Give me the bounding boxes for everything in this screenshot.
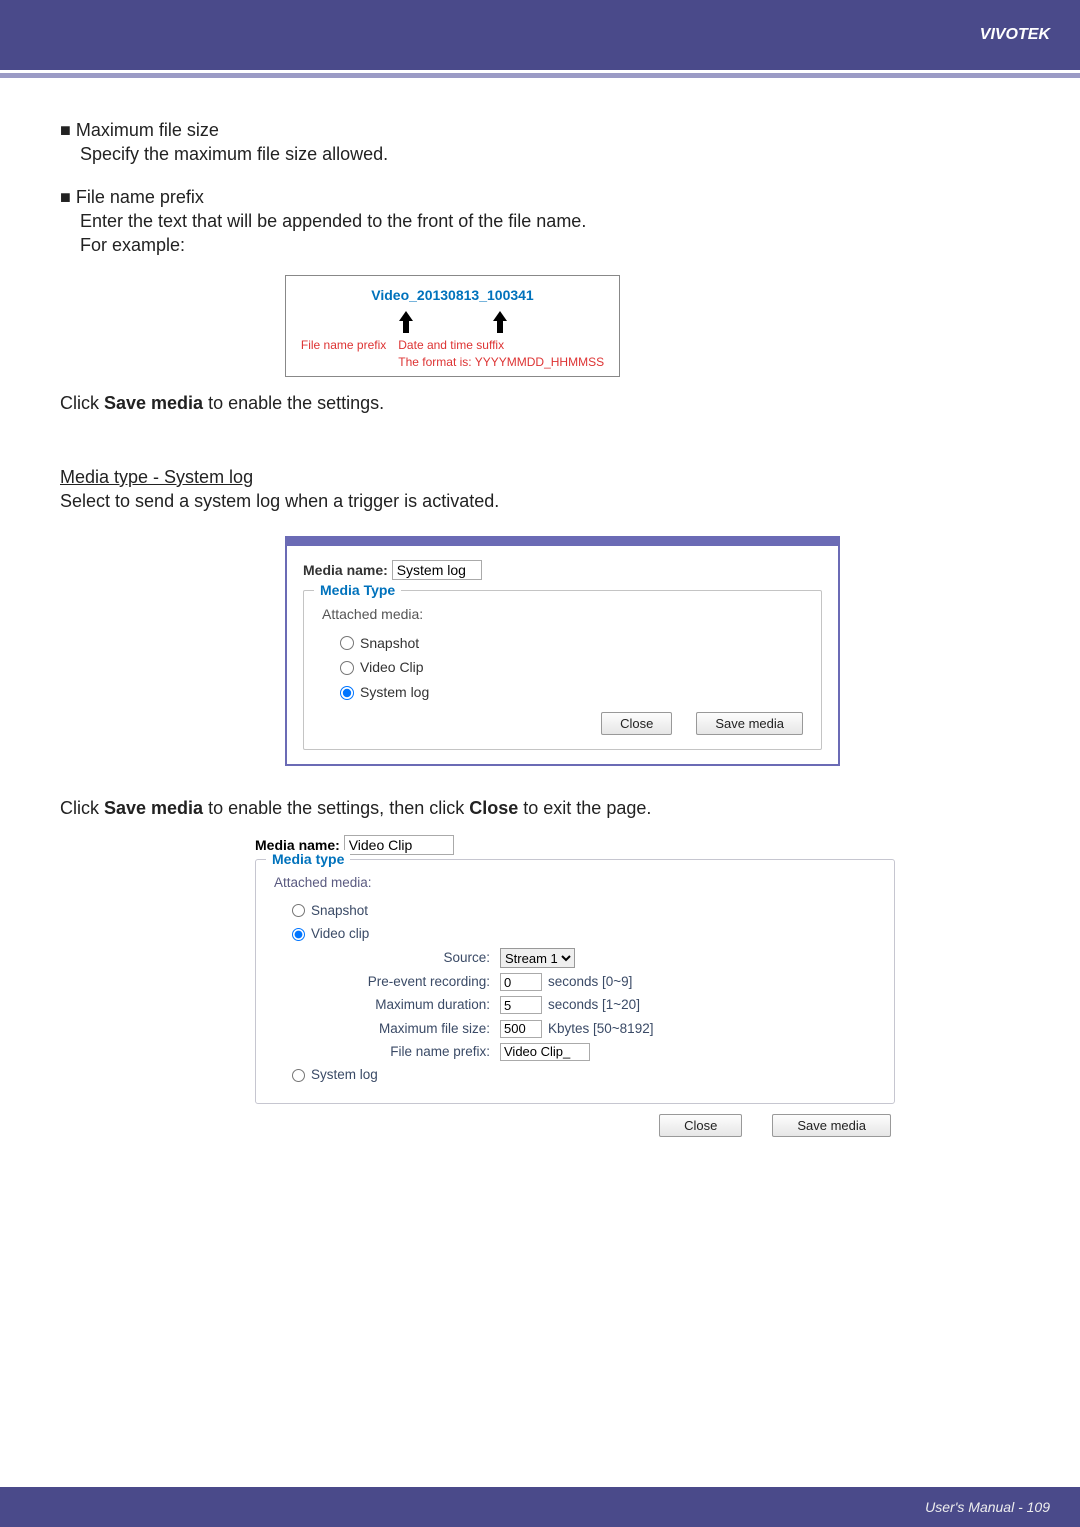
bullet-title: ■ File name prefix xyxy=(60,185,1040,209)
header-band: VIVOTEK xyxy=(0,0,1080,70)
media-name-label: Media name: xyxy=(303,562,388,578)
bullet-desc: Specify the maximum file size allowed. xyxy=(80,142,1040,166)
example-filename: Video_20130813_100341 xyxy=(296,286,609,305)
arrow-up-icon xyxy=(493,311,507,333)
footer-text: User's Manual - 109 xyxy=(925,1499,1050,1515)
radio-video-clip[interactable]: Video Clip xyxy=(340,658,807,677)
text: Click xyxy=(60,798,104,818)
bullet-title: ■ Maximum file size xyxy=(60,118,1040,142)
radio-snapshot[interactable]: Snapshot xyxy=(340,634,807,653)
radio-video-clip[interactable]: Video clip xyxy=(292,925,880,943)
text: to enable the settings, then click xyxy=(203,798,469,818)
close-button[interactable]: Close xyxy=(659,1114,742,1137)
maxdur-input[interactable] xyxy=(500,996,542,1014)
media-type-systemlog-desc: Select to send a system log when a trigg… xyxy=(60,489,1040,513)
preevent-row: Pre-event recording: seconds [0~9] xyxy=(340,973,880,991)
media-type-systemlog-heading: Media type - System log xyxy=(60,465,1040,489)
maxsize-input[interactable] xyxy=(500,1020,542,1038)
radio-input[interactable] xyxy=(340,636,354,650)
example-arrows xyxy=(296,311,609,333)
maxsize-hint: Kbytes [50~8192] xyxy=(548,1020,653,1038)
maxsize-label: Maximum file size: xyxy=(340,1020,490,1038)
arrow-up-icon xyxy=(399,311,413,333)
source-select[interactable]: Stream 1 xyxy=(500,948,575,968)
maxsize-row: Maximum file size: Kbytes [50~8192] xyxy=(340,1020,880,1038)
example-labels-row: File name prefix Date and time suffix Th… xyxy=(296,337,609,369)
example-suffix-label: Date and time suffix The format is: YYYY… xyxy=(398,337,604,369)
footer-band: User's Manual - 109 xyxy=(0,1487,1080,1527)
media-type-legend: Media type xyxy=(266,850,350,869)
close-button[interactable]: Close xyxy=(601,712,672,735)
media-type-legend: Media Type xyxy=(314,581,401,600)
bullet-desc: Enter the text that will be appended to … xyxy=(80,209,1040,233)
save-media-instruction-1: Click Save media to enable the settings. xyxy=(60,391,1040,415)
heading-underlined: Media type - System log xyxy=(60,467,253,487)
radio-snapshot[interactable]: Snapshot xyxy=(292,902,880,920)
systemlog-dialog-screenshot: Media name: Media Type Attached media: S… xyxy=(285,536,840,767)
bold-save-media: Save media xyxy=(104,798,203,818)
bullet-max-file-size: ■ Maximum file size Specify the maximum … xyxy=(60,118,1040,167)
radio-input[interactable] xyxy=(340,686,354,700)
save-media-instruction-2: Click Save media to enable the settings,… xyxy=(60,796,1040,820)
maxdur-row: Maximum duration: seconds [1~20] xyxy=(340,996,880,1014)
radio-label: Video clip xyxy=(311,925,369,943)
text: to enable the settings. xyxy=(203,393,384,413)
videoclip-dialog-screenshot: Media name: Media type Attached media: S… xyxy=(255,835,895,1138)
example-lead: For example: xyxy=(80,233,1040,257)
attached-media-label: Attached media: xyxy=(322,605,807,624)
example-prefix-label: File name prefix xyxy=(301,337,386,369)
media-name-input[interactable] xyxy=(344,835,454,855)
bullet-file-name-prefix: ■ File name prefix Enter the text that w… xyxy=(60,185,1040,258)
source-row: Source: Stream 1 xyxy=(340,948,880,968)
maxdur-hint: seconds [1~20] xyxy=(548,996,640,1014)
prefix-label: File name prefix: xyxy=(340,1043,490,1061)
text: Click xyxy=(60,393,104,413)
dialog-titlebar xyxy=(287,538,838,546)
video-clip-options: Source: Stream 1 Pre-event recording: se… xyxy=(340,948,880,1061)
media-type-fieldset: Media Type Attached media: Snapshot Vide… xyxy=(303,590,822,751)
radio-input[interactable] xyxy=(292,928,305,941)
radio-label: System log xyxy=(311,1066,378,1084)
preevent-label: Pre-event recording: xyxy=(340,973,490,991)
radio-system-log[interactable]: System log xyxy=(340,683,807,702)
bold-close: Close xyxy=(469,798,518,818)
suffix-line2: The format is: YYYYMMDD_HHMMSS xyxy=(398,355,604,369)
preevent-input[interactable] xyxy=(500,973,542,991)
bold-save-media: Save media xyxy=(104,393,203,413)
prefix-row: File name prefix: xyxy=(340,1043,880,1061)
media-name-row: Media name: xyxy=(255,835,895,855)
page-body: ■ Maximum file size Specify the maximum … xyxy=(0,78,1080,1137)
radio-label: Snapshot xyxy=(311,902,368,920)
media-type-fieldset: Media type Attached media: Snapshot Vide… xyxy=(255,859,895,1105)
source-label: Source: xyxy=(340,949,490,967)
maxdur-label: Maximum duration: xyxy=(340,996,490,1014)
radio-input[interactable] xyxy=(340,661,354,675)
media-name-input[interactable] xyxy=(392,560,482,580)
filename-example-diagram: Video_20130813_100341 File name prefix D… xyxy=(285,275,620,376)
prefix-input[interactable] xyxy=(500,1043,590,1061)
attached-media-label: Attached media: xyxy=(274,874,880,892)
dialog-button-row: Close Save media xyxy=(318,712,807,735)
text: to exit the page. xyxy=(518,798,651,818)
save-media-button[interactable]: Save media xyxy=(696,712,803,735)
media-name-row: Media name: xyxy=(303,560,822,580)
preevent-hint: seconds [0~9] xyxy=(548,973,632,991)
radio-system-log[interactable]: System log xyxy=(292,1066,880,1084)
radio-label: System log xyxy=(360,683,429,702)
suffix-line1: Date and time suffix xyxy=(398,338,504,352)
radio-input[interactable] xyxy=(292,1069,305,1082)
radio-input[interactable] xyxy=(292,904,305,917)
brand-text: VIVOTEK xyxy=(980,26,1050,44)
dialog-button-row: Close Save media xyxy=(255,1114,895,1137)
radio-label: Video Clip xyxy=(360,658,424,677)
save-media-button[interactable]: Save media xyxy=(772,1114,891,1137)
radio-label: Snapshot xyxy=(360,634,419,653)
